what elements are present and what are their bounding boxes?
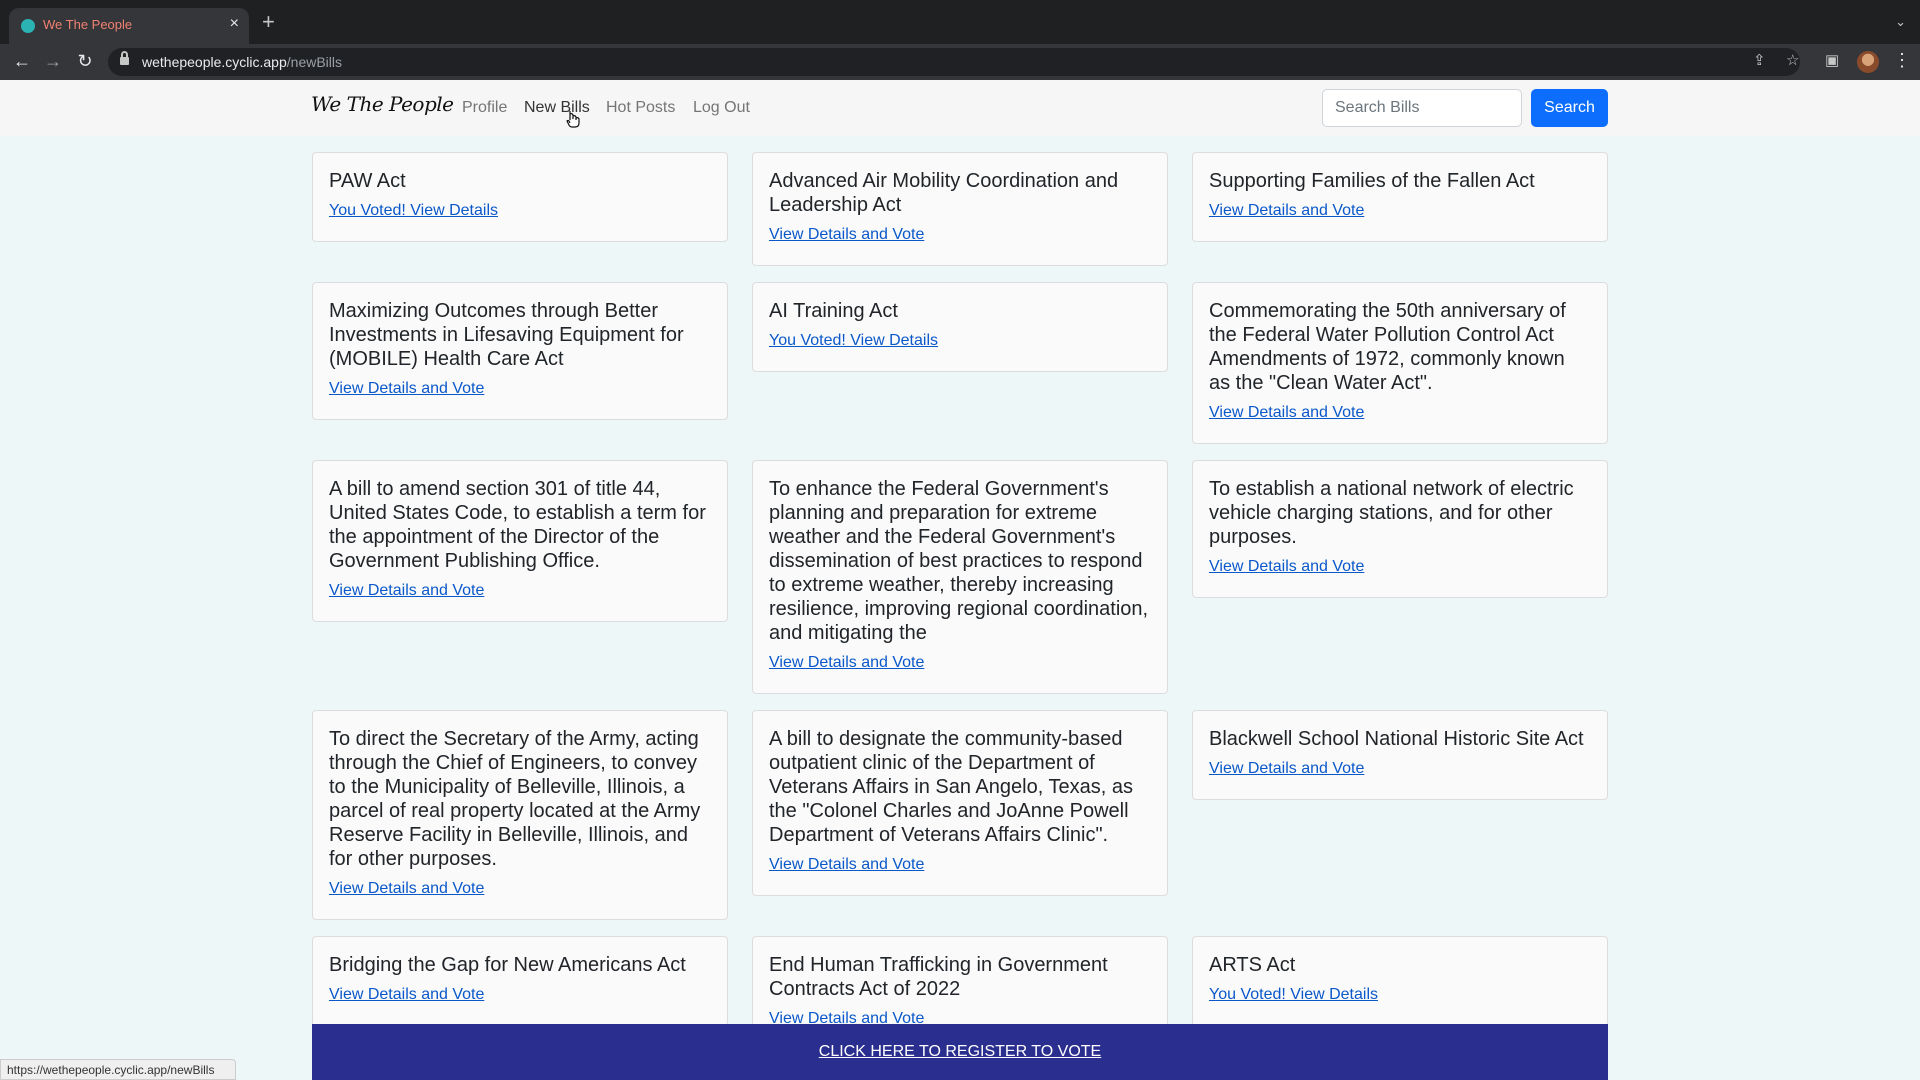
bill-link[interactable]: You Voted! View Details bbox=[329, 201, 711, 220]
favicon-icon bbox=[21, 19, 35, 33]
browser-tabbar: We The People × + ⌄ bbox=[0, 0, 1920, 44]
bill-card: A bill to designate the community-based … bbox=[752, 710, 1168, 896]
forward-icon[interactable]: → bbox=[42, 51, 64, 71]
browser-tab[interactable]: We The People × bbox=[9, 8, 249, 44]
bill-link[interactable]: View Details and Vote bbox=[1209, 759, 1591, 778]
new-tab-icon[interactable]: + bbox=[262, 11, 275, 33]
bill-card: To establish a national network of elect… bbox=[1192, 460, 1608, 598]
register-to-vote-link[interactable]: CLICK HERE TO REGISTER TO VOTE bbox=[312, 1043, 1608, 1061]
url-host: wethepeople.cyclic.app bbox=[142, 54, 287, 70]
bill-link[interactable]: You Voted! View Details bbox=[1209, 985, 1591, 1004]
bill-link[interactable]: View Details and Vote bbox=[769, 653, 1151, 672]
bookmark-star-icon[interactable]: ☆ bbox=[1786, 52, 1799, 70]
bill-title: Advanced Air Mobility Coordination and L… bbox=[769, 170, 1119, 216]
back-icon[interactable]: ← bbox=[11, 51, 33, 71]
bill-link[interactable]: View Details and Vote bbox=[329, 379, 711, 398]
site-brand[interactable]: We The People bbox=[311, 92, 454, 116]
page: We The People Profile New Bills Hot Post… bbox=[0, 80, 1920, 1080]
bill-title: ARTS Act bbox=[1209, 954, 1296, 976]
bill-title: Bridging the Gap for New Americans Act bbox=[329, 954, 686, 976]
register-banner: CLICK HERE TO REGISTER TO VOTE bbox=[312, 1024, 1608, 1080]
bill-card: AI Training Act You Voted! View Details bbox=[752, 282, 1168, 372]
url-path: /newBills bbox=[286, 54, 343, 70]
bill-title: PAW Act bbox=[329, 170, 406, 192]
bill-card: Maximizing Outcomes through Better Inves… bbox=[312, 282, 728, 420]
bill-card: Commemorating the 50th anniversary of th… bbox=[1192, 282, 1608, 444]
reload-icon[interactable]: ↻ bbox=[74, 51, 96, 71]
bill-card: PAW Act You Voted! View Details bbox=[312, 152, 728, 242]
bill-title: A bill to designate the community-based … bbox=[769, 728, 1133, 846]
bill-link[interactable]: View Details and Vote bbox=[329, 879, 711, 898]
tab-search-icon[interactable]: ⌄ bbox=[1895, 14, 1906, 30]
address-bar[interactable]: wethepeople.cyclic.app/newBills bbox=[108, 48, 1800, 76]
tab-title: We The People bbox=[43, 17, 133, 32]
bill-link[interactable]: You Voted! View Details bbox=[769, 331, 1151, 350]
bill-title: End Human Trafficking in Government Cont… bbox=[769, 954, 1108, 1000]
lock-icon[interactable] bbox=[120, 51, 129, 67]
url-text[interactable]: wethepeople.cyclic.app/newBills bbox=[142, 54, 342, 70]
search-button[interactable]: Search bbox=[1531, 89, 1608, 127]
bill-link[interactable]: View Details and Vote bbox=[329, 581, 711, 600]
bill-title: AI Training Act bbox=[769, 300, 898, 322]
site-navbar: We The People Profile New Bills Hot Post… bbox=[0, 80, 1920, 136]
bill-card: A bill to amend section 301 of title 44,… bbox=[312, 460, 728, 622]
bill-title: To establish a national network of elect… bbox=[1209, 478, 1574, 548]
profile-avatar[interactable] bbox=[1857, 51, 1879, 73]
bill-card: To enhance the Federal Government's plan… bbox=[752, 460, 1168, 694]
bill-title: A bill to amend section 301 of title 44,… bbox=[329, 478, 706, 572]
tab-close-icon[interactable]: × bbox=[230, 15, 239, 33]
browser-toolbar: ← → ↻ wethepeople.cyclic.app/newBills ⇪ … bbox=[0, 44, 1920, 80]
side-panel-icon[interactable]: ▣ bbox=[1825, 52, 1839, 70]
bill-link[interactable]: View Details and Vote bbox=[769, 855, 1151, 874]
bill-link[interactable]: View Details and Vote bbox=[1209, 201, 1591, 220]
nav-link-profile[interactable]: Profile bbox=[462, 99, 507, 117]
status-bar-url: https://wethepeople.cyclic.app/newBills bbox=[0, 1059, 236, 1080]
share-icon[interactable]: ⇪ bbox=[1753, 52, 1766, 70]
bill-title: Commemorating the 50th anniversary of th… bbox=[1209, 300, 1566, 394]
bill-card: Advanced Air Mobility Coordination and L… bbox=[752, 152, 1168, 266]
nav-link-log-out[interactable]: Log Out bbox=[693, 99, 750, 117]
bill-title: To direct the Secretary of the Army, act… bbox=[329, 728, 701, 870]
menu-icon[interactable]: ⋮ bbox=[1893, 50, 1911, 70]
bill-card: Bridging the Gap for New Americans Act V… bbox=[312, 936, 728, 1026]
search-bills-input[interactable] bbox=[1322, 89, 1522, 127]
bill-card: Blackwell School National Historic Site … bbox=[1192, 710, 1608, 800]
bill-card: Supporting Families of the Fallen Act Vi… bbox=[1192, 152, 1608, 242]
hand-cursor-icon bbox=[566, 111, 580, 128]
bill-link[interactable]: View Details and Vote bbox=[769, 225, 1151, 244]
bill-card: ARTS Act You Voted! View Details bbox=[1192, 936, 1608, 1026]
nav-link-hot-posts[interactable]: Hot Posts bbox=[606, 99, 675, 117]
bill-title: Blackwell School National Historic Site … bbox=[1209, 728, 1584, 750]
bill-title: Maximizing Outcomes through Better Inves… bbox=[329, 300, 684, 370]
bill-card: To direct the Secretary of the Army, act… bbox=[312, 710, 728, 920]
bill-title: Supporting Families of the Fallen Act bbox=[1209, 170, 1535, 192]
bill-link[interactable]: View Details and Vote bbox=[1209, 557, 1591, 576]
bill-link[interactable]: View Details and Vote bbox=[329, 985, 711, 1004]
bill-title: To enhance the Federal Government's plan… bbox=[769, 478, 1149, 644]
bill-link[interactable]: View Details and Vote bbox=[1209, 403, 1591, 422]
